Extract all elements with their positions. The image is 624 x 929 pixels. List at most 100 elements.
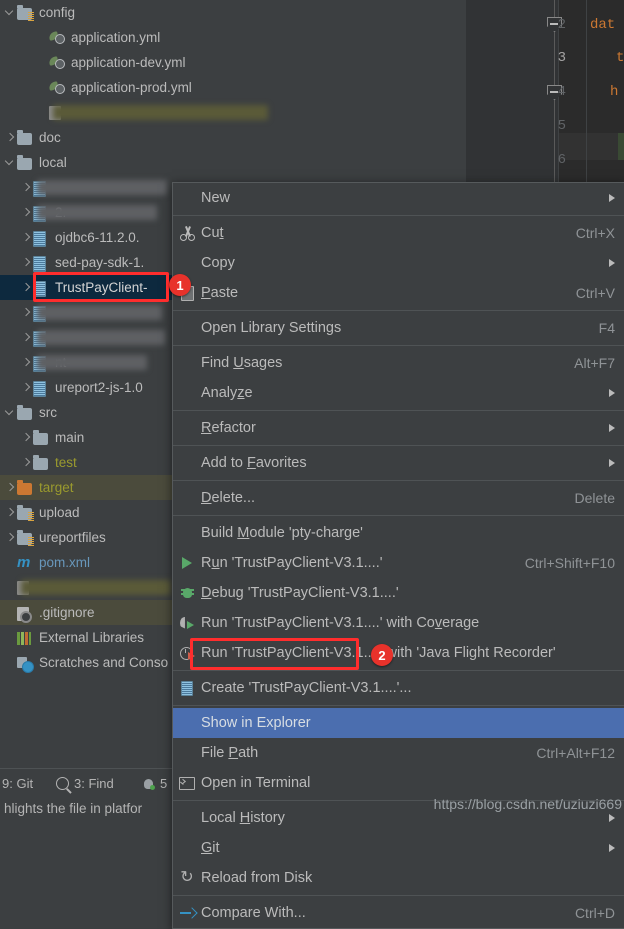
menu-item-git[interactable]: Git: [173, 833, 624, 863]
menu-item-label: Paste: [201, 285, 239, 301]
menu-item-run-trustpayclient-v3-1-with-coverage[interactable]: Run 'TrustPayClient-V3.1....' with Cover…: [173, 608, 624, 638]
tree-row-label: config: [39, 5, 76, 20]
menu-separator: [173, 410, 624, 411]
tree-row-label: test: [55, 455, 77, 470]
tree-row-label: application-prod.yml: [71, 80, 192, 95]
menu-separator: [173, 445, 624, 446]
folder-excluded-icon: [17, 479, 34, 496]
menu-item-label: Compare With...: [201, 905, 306, 921]
menu-item-debug-trustpayclient-v3-1[interactable]: Debug 'TrustPayClient-V3.1....': [173, 578, 624, 608]
code-text: h: [610, 84, 619, 100]
status-git-label: 9: Git: [2, 776, 34, 791]
submenu-arrow-icon: [609, 814, 615, 822]
menu-item-shortcut: Alt+F7: [574, 355, 615, 371]
status-git-tab[interactable]: 9: Git: [2, 776, 33, 791]
menu-item-add-to-favorites[interactable]: Add to Favorites: [173, 448, 624, 478]
chevron-right-icon[interactable]: [20, 431, 33, 444]
menu-item-copy[interactable]: Copy: [173, 248, 624, 278]
redacted-text: [37, 205, 157, 220]
tree-row[interactable]: doc: [0, 125, 466, 150]
chevron-down-icon[interactable]: [4, 156, 17, 169]
menu-item-shortcut: F4: [598, 320, 615, 336]
menu-item-run-trustpayclient-v3-1-with-java-flight[interactable]: Run 'TrustPayClient-V3.1....' with 'Java…: [173, 638, 624, 668]
folder-module-icon: [17, 4, 34, 21]
chevron-right-icon[interactable]: [20, 456, 33, 469]
menu-item-new[interactable]: New: [173, 183, 624, 213]
menu-item-analyze[interactable]: Analyze: [173, 378, 624, 408]
menu-item-label: Add to Favorites: [201, 455, 307, 471]
menu-item-open-library-settings[interactable]: Open Library Settings F4: [173, 313, 624, 343]
jar-icon: [33, 380, 50, 397]
tree-row-label: sed-pay-sdk-1.: [55, 255, 145, 270]
menu-item-label: Open Library Settings: [201, 320, 342, 336]
menu-item-shortcut: Ctrl+Alt+F12: [536, 745, 615, 761]
line-number: 2: [557, 17, 566, 33]
menu-item-reload-from-disk[interactable]: ↻ Reload from Disk: [173, 863, 624, 893]
menu-item-build-module-pty-charge[interactable]: Build Module 'pty-charge': [173, 518, 624, 548]
menu-item-label: Open in Terminal: [201, 775, 311, 791]
chevron-right-icon[interactable]: [20, 181, 33, 194]
chevron-right-icon[interactable]: [20, 281, 33, 294]
tree-row[interactable]: application-dev.yml: [0, 50, 466, 75]
tree-row-label: TrustPayClient-: [55, 280, 148, 295]
chevron-right-icon[interactable]: [20, 381, 33, 394]
submenu-arrow-icon: [609, 424, 615, 432]
chevron-right-icon[interactable]: [20, 356, 33, 369]
menu-item-label: Delete...: [201, 490, 256, 506]
context-menu[interactable]: New Cut Ctrl+X Copy Paste Ctrl+V Open Library …: [172, 182, 624, 929]
tree-row[interactable]: application-prod.yml: [0, 75, 466, 100]
chevron-right-icon[interactable]: [4, 131, 17, 144]
menu-item-create-trustpayclient-v3-1[interactable]: Create 'TrustPayClient-V3.1....'...: [173, 673, 624, 703]
tree-row-label: .gitignore: [39, 605, 95, 620]
tree-row[interactable]: config: [0, 0, 466, 25]
tree-row-redacted[interactable]: [0, 100, 466, 125]
menu-item-compare-with[interactable]: Compare With... Ctrl+D: [173, 898, 624, 928]
menu-separator: [173, 895, 624, 896]
tree-row[interactable]: local: [0, 150, 466, 175]
chevron-right-icon[interactable]: [20, 231, 33, 244]
menu-item-label: Refactor: [201, 420, 256, 436]
terminal-icon: [173, 776, 201, 790]
chevron-down-icon[interactable]: [4, 406, 17, 419]
chevron-right-icon[interactable]: [4, 531, 17, 544]
editor-current-line-highlight: [558, 133, 624, 160]
menu-item-delete[interactable]: Delete... Delete: [173, 483, 624, 513]
menu-item-shortcut: Ctrl+D: [574, 905, 615, 921]
menu-item-label: Analyze: [201, 385, 253, 401]
chevron-down-icon[interactable]: [4, 6, 17, 19]
menu-item-find-usages[interactable]: Find Usages Alt+F7: [173, 348, 624, 378]
menu-item-label: File Path: [201, 745, 259, 761]
tree-row-label: Scratches and Conso: [39, 655, 169, 670]
chevron-right-icon[interactable]: [20, 256, 33, 269]
tree-row[interactable]: application.yml: [0, 25, 466, 50]
submenu-arrow-icon: [609, 389, 615, 397]
menu-item-show-in-explorer[interactable]: Show in Explorer: [173, 708, 624, 738]
menu-item-cut[interactable]: Cut Ctrl+X: [173, 218, 624, 248]
status-find-tab[interactable]: 3: Find: [56, 776, 114, 791]
menu-item-label: Debug 'TrustPayClient-V3.1....': [201, 585, 399, 601]
chevron-right-icon[interactable]: [20, 306, 33, 319]
chevron-right-icon[interactable]: [20, 331, 33, 344]
status-debug-tab[interactable]: 5: [142, 776, 167, 791]
folder-module-icon: [17, 529, 34, 546]
chevron-right-icon[interactable]: [4, 506, 17, 519]
line-number: 4: [557, 84, 566, 100]
tree-row-label: upload: [39, 505, 80, 520]
menu-item-label: Reload from Disk: [201, 870, 313, 886]
debug-icon: [173, 587, 201, 599]
menu-item-paste[interactable]: Paste Ctrl+V: [173, 278, 624, 308]
chevron-right-icon[interactable]: [20, 206, 33, 219]
menu-item-run-trustpayclient-v3-1[interactable]: Run 'TrustPayClient-V3.1....' Ctrl+Shift+…: [173, 548, 624, 578]
jar-icon: [33, 255, 50, 272]
menu-item-file-path[interactable]: File Path Ctrl+Alt+F12: [173, 738, 624, 768]
menu-item-label: New: [201, 190, 231, 206]
chevron-right-icon[interactable]: [4, 481, 17, 494]
yaml-file-icon: [48, 30, 66, 46]
menu-item-open-in-terminal[interactable]: Open in Terminal: [173, 768, 624, 798]
tree-row-label: application.yml: [71, 30, 161, 45]
menu-item-refactor[interactable]: Refactor: [173, 413, 624, 443]
status-find-label: 3: Find: [74, 776, 114, 791]
